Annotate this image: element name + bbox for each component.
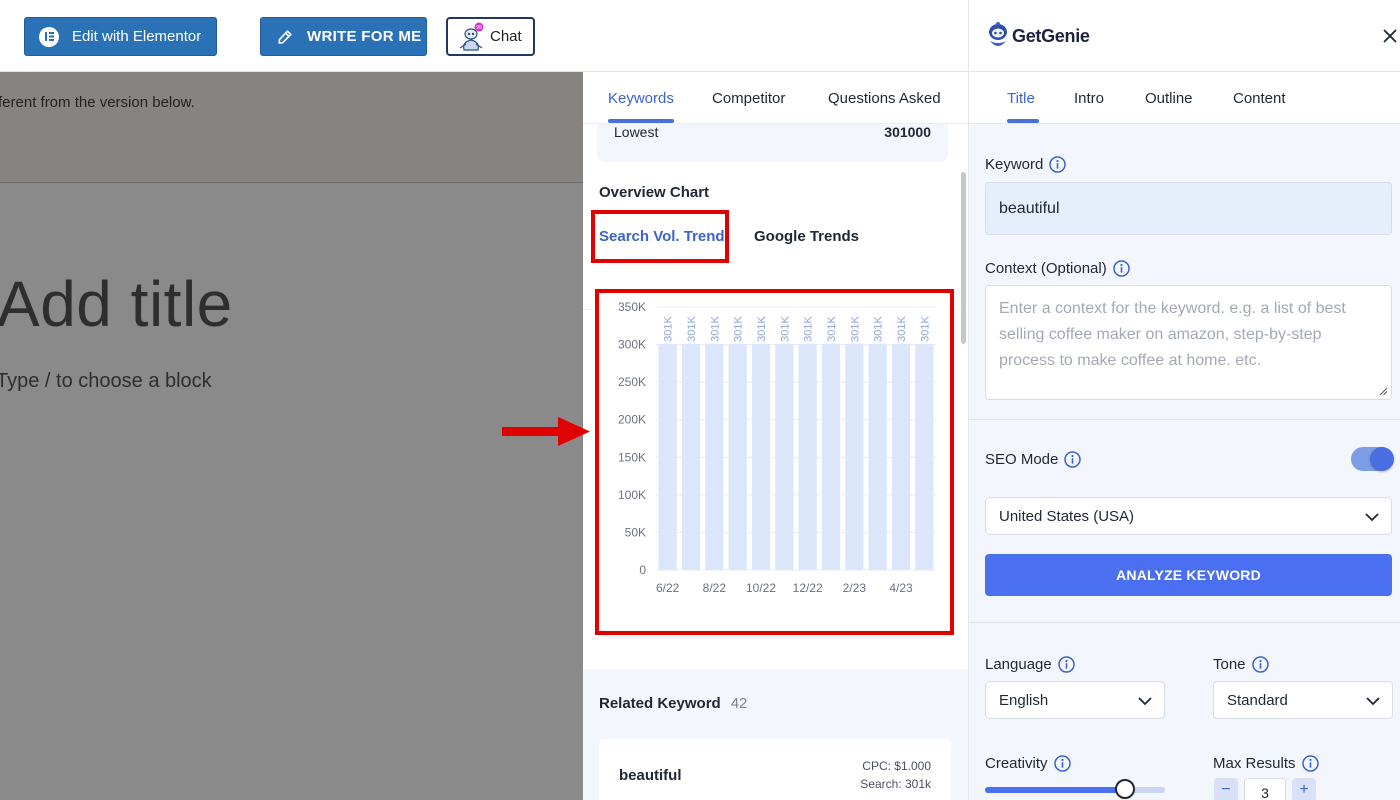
tone-value: Standard [1227, 691, 1288, 709]
getgenie-header: GetGenie [969, 0, 1400, 72]
chevron-down-icon [1366, 697, 1380, 706]
tab-outline[interactable]: Outline [1145, 90, 1193, 107]
language-value: English [999, 691, 1049, 709]
info-icon[interactable] [1064, 451, 1082, 468]
chevron-down-icon [1138, 697, 1152, 706]
svg-text:99: 99 [476, 25, 482, 31]
post-title-placeholder[interactable]: Add title [0, 267, 233, 341]
getgenie-logo-text: GetGenie [1012, 26, 1090, 46]
toggle-knob [1370, 447, 1394, 471]
context-label-row: Context (Optional) [985, 260, 1130, 277]
context-textarea[interactable]: Enter a context for the keyword. e.g. a … [985, 285, 1392, 400]
tone-label-row: Tone [1213, 656, 1269, 673]
chat-button[interactable]: 99 Chat [446, 17, 535, 56]
chat-label: Chat [490, 28, 522, 45]
tone-select[interactable]: Standard [1213, 681, 1393, 719]
max-results-value[interactable]: 3 [1244, 778, 1286, 800]
edit-with-elementor-button[interactable]: Edit with Elementor [24, 17, 217, 56]
country-value: United States (USA) [999, 507, 1135, 525]
keyword-label-row: Keyword [985, 156, 1067, 173]
related-keyword-heading: Related Keyword 42 [599, 695, 747, 712]
research-tabs: Keywords Competitor Questions Asked [583, 72, 968, 124]
creativity-label-row: Creativity [985, 755, 1071, 772]
close-icon[interactable] [1382, 28, 1398, 44]
panel-scrollbar[interactable] [961, 172, 966, 344]
write-for-me-button[interactable]: WRITE FOR ME [260, 17, 427, 56]
highlight-box-trend-tab [591, 210, 729, 263]
country-select[interactable]: United States (USA) [985, 497, 1392, 535]
related-keyword-search: Search: 301k [860, 777, 931, 791]
edit-with-elementor-label: Edit with Elementor [72, 28, 202, 45]
info-icon[interactable] [1301, 755, 1319, 772]
related-keywords-section: Related Keyword 42 beautiful CPC: $1.000 … [583, 669, 968, 800]
editor-toolbar: Edit with Elementor WRITE FOR ME 99 Chat [0, 0, 968, 72]
editor-canvas: ferent from the version below. Add title… [0, 72, 583, 800]
pen-icon [278, 29, 292, 44]
related-keyword-meta: CPC: $1.000 Search: 301k [860, 757, 931, 793]
keyword-input[interactable]: beautiful [985, 182, 1392, 235]
getgenie-logo-icon [989, 22, 1007, 46]
block-placeholder[interactable]: Type / to choose a block [0, 370, 212, 393]
write-for-me-label: WRITE FOR ME [307, 28, 422, 45]
context-placeholder: Enter a context for the keyword. e.g. a … [999, 300, 1346, 369]
creativity-label: Creativity [985, 755, 1048, 772]
resize-grip-icon[interactable] [1379, 387, 1388, 396]
tab-intro[interactable]: Intro [1074, 90, 1104, 107]
lowest-value: 301000 [884, 124, 931, 140]
decrement-button[interactable]: − [1214, 778, 1238, 800]
tab-competitor[interactable]: Competitor [712, 90, 785, 107]
language-select[interactable]: English [985, 681, 1165, 719]
creativity-slider-fill [985, 787, 1126, 793]
genie-robot-icon: 99 [459, 22, 484, 51]
max-results-stepper: − 3 + [1214, 778, 1324, 800]
info-icon[interactable] [1251, 656, 1269, 673]
info-icon[interactable] [1112, 260, 1130, 277]
lowest-volume-card: Lowest 301000 [597, 124, 948, 162]
section-divider [969, 419, 1400, 420]
related-keyword-text: beautiful [619, 767, 682, 784]
creativity-slider-handle[interactable] [1115, 779, 1136, 799]
seo-mode-toggle[interactable] [1351, 447, 1394, 471]
tab-questions-asked[interactable]: Questions Asked [828, 90, 941, 107]
version-notice: ferent from the version below. [0, 72, 583, 183]
section-divider [969, 622, 1400, 623]
related-keyword-item[interactable]: beautiful CPC: $1.000 Search: 301k [599, 739, 951, 800]
overview-chart-heading: Overview Chart [599, 184, 710, 201]
language-label-row: Language [985, 656, 1075, 673]
elementor-icon [39, 26, 59, 47]
red-arrow-icon [502, 417, 590, 446]
version-notice-text: ferent from the version below. [0, 94, 195, 111]
active-tab-indicator [608, 119, 674, 123]
related-keyword-title: Related Keyword [599, 695, 721, 712]
language-label: Language [985, 656, 1052, 673]
related-keyword-cpc: CPC: $1.000 [862, 759, 931, 773]
seo-mode-label: SEO Mode [985, 451, 1059, 468]
seo-mode-label-row: SEO Mode [985, 451, 1082, 468]
creativity-slider-track[interactable] [985, 787, 1165, 793]
tab-keywords[interactable]: Keywords [608, 90, 674, 107]
max-results-label: Max Results [1213, 755, 1296, 772]
increment-button[interactable]: + [1292, 778, 1316, 800]
tab-google-trends[interactable]: Google Trends [754, 228, 859, 245]
highlight-box-chart [595, 289, 954, 635]
related-keyword-count: 42 [730, 695, 748, 712]
info-icon[interactable] [1053, 755, 1071, 772]
active-tab-indicator [1007, 119, 1039, 123]
tab-title[interactable]: Title [1007, 90, 1035, 107]
tab-content[interactable]: Content [1233, 90, 1286, 107]
info-icon[interactable] [1058, 656, 1075, 673]
info-icon[interactable] [1049, 156, 1067, 173]
context-label: Context (Optional) [985, 260, 1107, 277]
getgenie-panel: GetGenie Title Intro Outline Content Key… [968, 0, 1400, 800]
keyword-label: Keyword [985, 156, 1044, 173]
analyze-keyword-button[interactable]: ANALYZE KEYWORD [985, 554, 1392, 596]
max-results-label-row: Max Results [1213, 755, 1319, 772]
tone-label: Tone [1213, 656, 1246, 673]
lowest-label: Lowest [614, 124, 659, 140]
chevron-down-icon [1365, 513, 1379, 522]
writer-tabs: Title Intro Outline Content [969, 72, 1400, 124]
